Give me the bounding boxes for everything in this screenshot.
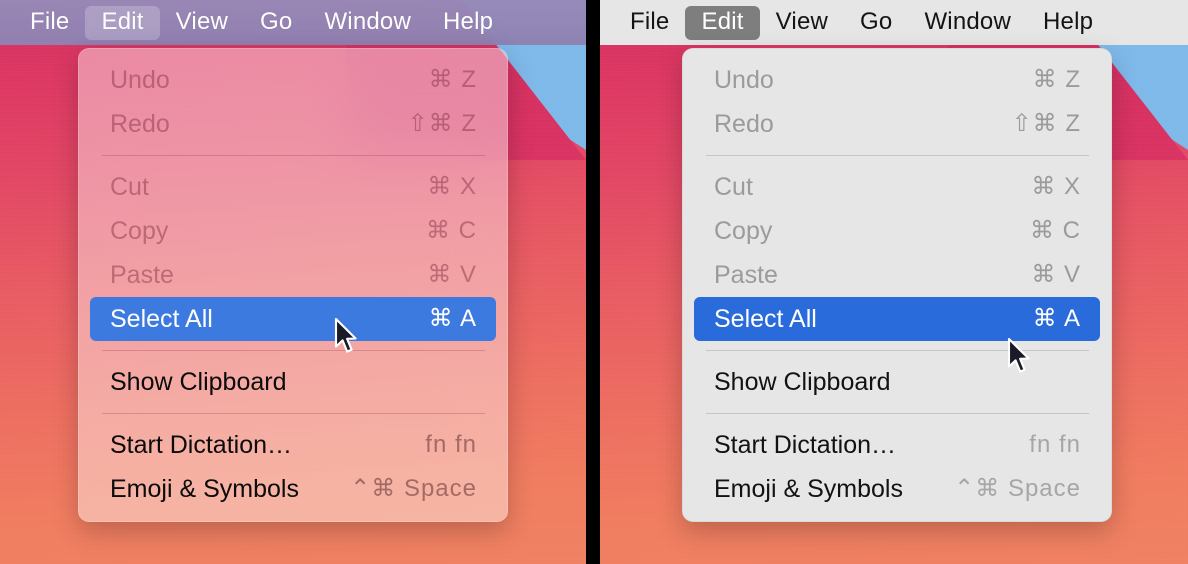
menu-item-emoji-and-symbols[interactable]: Emoji & Symbols ⌃⌘ Space: [90, 467, 496, 511]
menu-item-label: Select All: [714, 304, 817, 333]
right-panel-opaque-theme: File Edit View Go Window Help Undo ⌘ Z R…: [600, 0, 1188, 564]
menu-item-paste[interactable]: Paste ⌘ V: [90, 253, 496, 297]
menubar-item-window[interactable]: Window: [908, 6, 1027, 40]
menubar-item-view[interactable]: View: [760, 6, 844, 40]
menu-separator: [706, 350, 1089, 351]
menu-item-label: Start Dictation…: [110, 430, 293, 459]
menu-item-show-clipboard[interactable]: Show Clipboard: [694, 360, 1100, 404]
menu-item-label: Copy: [110, 216, 169, 245]
menu-item-shortcut: ⌘ V: [1031, 261, 1081, 288]
panel-divider: [586, 0, 600, 564]
menu-item-shortcut: ⌘ X: [1031, 173, 1081, 200]
menu-item-shortcut: ⌃⌘ Space: [954, 475, 1081, 502]
menu-item-shortcut: ⌘ C: [1030, 217, 1081, 244]
menu-item-shortcut: fn fn: [1029, 431, 1081, 458]
menu-bar: File Edit View Go Window Help: [0, 0, 586, 45]
menu-item-emoji-and-symbols[interactable]: Emoji & Symbols ⌃⌘ Space: [694, 467, 1100, 511]
menu-item-label: Redo: [110, 109, 170, 138]
menubar-item-help[interactable]: Help: [1027, 6, 1109, 40]
menu-item-redo[interactable]: Redo ⇧⌘ Z: [90, 102, 496, 146]
menu-item-shortcut: ⌘ Z: [428, 66, 477, 93]
menu-bar: File Edit View Go Window Help: [600, 0, 1188, 45]
menu-separator: [102, 413, 485, 414]
menubar-item-go[interactable]: Go: [244, 6, 308, 40]
menu-item-undo[interactable]: Undo ⌘ Z: [694, 58, 1100, 102]
menubar-item-go[interactable]: Go: [844, 6, 908, 40]
menu-separator: [102, 155, 485, 156]
menu-item-shortcut: ⌘ X: [427, 173, 477, 200]
menu-item-label: Redo: [714, 109, 774, 138]
menubar-item-help[interactable]: Help: [427, 6, 509, 40]
menu-separator: [102, 350, 485, 351]
menu-item-shortcut: ⇧⌘ Z: [407, 110, 477, 137]
menu-item-shortcut: ⌘ A: [428, 305, 477, 332]
menu-item-cut[interactable]: Cut ⌘ X: [694, 165, 1100, 209]
menu-item-shortcut: ⌃⌘ Space: [350, 475, 477, 502]
menu-item-redo[interactable]: Redo ⇧⌘ Z: [694, 102, 1100, 146]
menu-item-shortcut: ⇧⌘ Z: [1011, 110, 1081, 137]
menu-item-start-dictation[interactable]: Start Dictation… fn fn: [90, 423, 496, 467]
menu-item-copy[interactable]: Copy ⌘ C: [694, 209, 1100, 253]
menu-item-label: Undo: [714, 65, 774, 94]
menu-item-label: Select All: [110, 304, 213, 333]
edit-dropdown-menu: Undo ⌘ Z Redo ⇧⌘ Z Cut ⌘ X Copy ⌘ C Past…: [78, 48, 508, 522]
menu-separator: [706, 155, 1089, 156]
menu-item-shortcut: ⌘ V: [427, 261, 477, 288]
menu-item-copy[interactable]: Copy ⌘ C: [90, 209, 496, 253]
menu-item-select-all[interactable]: Select All ⌘ A: [694, 297, 1100, 341]
menubar-item-file[interactable]: File: [14, 6, 85, 40]
menubar-item-file[interactable]: File: [614, 6, 685, 40]
menu-item-shortcut: ⌘ A: [1032, 305, 1081, 332]
menu-item-shortcut: ⌘ C: [426, 217, 477, 244]
menu-item-label: Undo: [110, 65, 170, 94]
menubar-item-edit[interactable]: Edit: [685, 5, 760, 40]
menu-item-label: Copy: [714, 216, 773, 245]
menu-item-label: Show Clipboard: [110, 367, 287, 396]
menubar-item-window[interactable]: Window: [308, 6, 427, 40]
screenshot-stage: File Edit View Go Window Help Undo ⌘ Z R…: [0, 0, 1188, 564]
menu-item-label: Paste: [110, 260, 174, 289]
menubar-item-view[interactable]: View: [160, 6, 244, 40]
menu-item-shortcut: fn fn: [425, 431, 477, 458]
menu-item-show-clipboard[interactable]: Show Clipboard: [90, 360, 496, 404]
menu-item-paste[interactable]: Paste ⌘ V: [694, 253, 1100, 297]
menu-separator: [706, 413, 1089, 414]
menu-item-cut[interactable]: Cut ⌘ X: [90, 165, 496, 209]
menu-item-label: Cut: [714, 172, 753, 201]
menu-item-label: Emoji & Symbols: [110, 474, 299, 503]
menu-item-label: Show Clipboard: [714, 367, 891, 396]
menubar-item-edit[interactable]: Edit: [85, 5, 160, 40]
left-panel-translucent-theme: File Edit View Go Window Help Undo ⌘ Z R…: [0, 0, 586, 564]
menu-item-undo[interactable]: Undo ⌘ Z: [90, 58, 496, 102]
menu-item-select-all[interactable]: Select All ⌘ A: [90, 297, 496, 341]
menu-item-label: Start Dictation…: [714, 430, 897, 459]
menu-item-shortcut: ⌘ Z: [1032, 66, 1081, 93]
menu-item-start-dictation[interactable]: Start Dictation… fn fn: [694, 423, 1100, 467]
edit-dropdown-menu: Undo ⌘ Z Redo ⇧⌘ Z Cut ⌘ X Copy ⌘ C Past…: [682, 48, 1112, 522]
menu-item-label: Emoji & Symbols: [714, 474, 903, 503]
menu-item-label: Cut: [110, 172, 149, 201]
menu-item-label: Paste: [714, 260, 778, 289]
